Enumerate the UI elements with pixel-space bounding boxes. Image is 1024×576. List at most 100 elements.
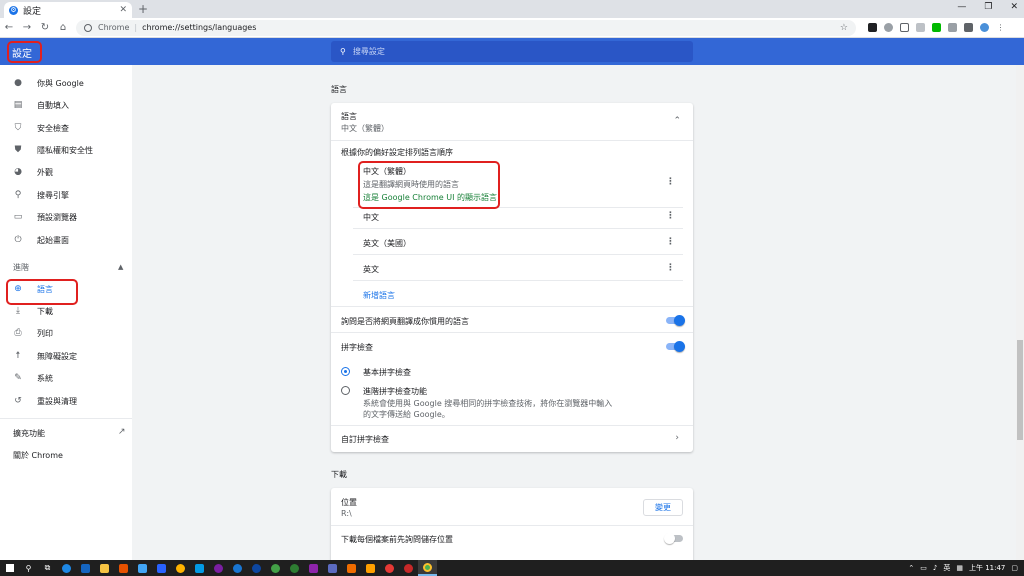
- extension-icon[interactable]: [884, 23, 893, 32]
- back-icon[interactable]: ←: [0, 22, 18, 33]
- divider: [331, 140, 693, 141]
- app-icon[interactable]: [323, 560, 342, 576]
- input-language[interactable]: 英: [943, 563, 950, 573]
- clipboard-icon: ▤: [13, 100, 23, 110]
- sidebar-item-about[interactable]: 關於 Chrome: [13, 450, 63, 461]
- extension-icon[interactable]: [916, 23, 925, 32]
- puzzle-icon[interactable]: [964, 23, 973, 32]
- app-icon[interactable]: [57, 560, 76, 576]
- chevron-up-icon[interactable]: ⌃: [908, 564, 914, 572]
- sidebar-item-extensions[interactable]: 擴充功能: [13, 428, 45, 439]
- app-icon[interactable]: [76, 560, 95, 576]
- ime-icon[interactable]: ▦: [956, 564, 963, 572]
- volume-icon[interactable]: ♪: [933, 564, 937, 572]
- tab-settings[interactable]: ⚙ 設定 ✕: [4, 2, 132, 18]
- sidebar-item-privacy[interactable]: ⛊ 隱私權和安全性: [0, 140, 132, 160]
- sidebar-item-default-browser[interactable]: ▭ 預設瀏覽器: [0, 207, 132, 227]
- basic-spell-radio[interactable]: [341, 367, 350, 376]
- home-icon[interactable]: ⌂: [54, 22, 72, 33]
- new-tab-button[interactable]: +: [138, 2, 148, 16]
- change-location-button[interactable]: 變更: [643, 499, 683, 516]
- app-icon[interactable]: [171, 560, 190, 576]
- notification-icon[interactable]: ▢: [1011, 564, 1018, 572]
- app-icon[interactable]: [304, 560, 323, 576]
- bookmark-star-icon[interactable]: ☆: [840, 23, 848, 33]
- sidebar-item-on-startup[interactable]: ⏻ 起始畫面: [0, 230, 132, 250]
- sidebar-item-label: 重設與清理: [37, 396, 77, 406]
- sidebar-item-label: 隱私權和安全性: [37, 145, 93, 155]
- extension-icon[interactable]: [868, 23, 877, 32]
- app-icon[interactable]: [152, 560, 171, 576]
- app-icon[interactable]: [266, 560, 285, 576]
- ask-where-label: 下載每個檔案前先詢問儲存位置: [341, 535, 453, 544]
- more-options-icon[interactable]: ⋮: [666, 177, 675, 187]
- url-separator: |: [134, 23, 138, 32]
- site-info-icon[interactable]: [84, 23, 92, 32]
- sidebar: ● 你與 Google ▤ 自動填入 ⛉ 安全檢查 ⛊ 隱私權和安全性 ◕ 外觀 ⚲ 搜尋引…: [0, 65, 132, 560]
- settings-search[interactable]: ⚲: [331, 41, 693, 62]
- add-language-link[interactable]: 新增語言: [363, 290, 395, 301]
- scrollbar[interactable]: [1016, 65, 1024, 560]
- enhanced-spell-radio[interactable]: [341, 386, 350, 395]
- close-window-button[interactable]: ✕: [1010, 2, 1018, 12]
- sidebar-divider: [0, 418, 132, 419]
- sidebar-item-printing[interactable]: ⎙ 列印: [0, 323, 132, 343]
- more-options-icon[interactable]: ⋮: [666, 237, 675, 247]
- reload-icon[interactable]: ↻: [36, 22, 54, 33]
- sidebar-item-reset[interactable]: ↺ 重設與清理: [0, 391, 132, 411]
- spell-check-toggle[interactable]: [666, 341, 685, 352]
- chrome-taskbar-icon[interactable]: [418, 560, 437, 576]
- ask-where-toggle[interactable]: [664, 533, 683, 544]
- task-view-icon[interactable]: ⧉: [38, 560, 57, 576]
- sidebar-item-search-engine[interactable]: ⚲ 搜尋引擎: [0, 185, 132, 205]
- languages-header-label: 語言: [341, 112, 357, 121]
- network-icon[interactable]: ▭: [920, 564, 927, 572]
- minimize-button[interactable]: —: [957, 2, 966, 12]
- sidebar-item-system[interactable]: ✎ 系統: [0, 368, 132, 388]
- extension-icon[interactable]: [900, 23, 909, 32]
- app-icon[interactable]: [209, 560, 228, 576]
- sidebar-item-you-and-google[interactable]: ● 你與 Google: [0, 73, 132, 93]
- tab-close-icon[interactable]: ✕: [119, 5, 127, 15]
- divider: [331, 306, 693, 307]
- sidebar-item-appearance[interactable]: ◕ 外觀: [0, 162, 132, 182]
- extension-icon[interactable]: [948, 23, 957, 32]
- chevron-up-icon[interactable]: ⌃: [673, 116, 681, 126]
- app-icon[interactable]: [228, 560, 247, 576]
- open-in-new-icon[interactable]: ↗: [118, 427, 126, 437]
- sidebar-item-accessibility[interactable]: ☨ 無障礙設定: [0, 346, 132, 366]
- clock[interactable]: 上午 11:47: [969, 563, 1005, 573]
- chevron-right-icon[interactable]: ›: [675, 433, 679, 443]
- app-icon[interactable]: [133, 560, 152, 576]
- windows-start-icon[interactable]: [0, 560, 19, 576]
- app-icon[interactable]: [342, 560, 361, 576]
- avatar[interactable]: [980, 23, 989, 32]
- sidebar-item-autofill[interactable]: ▤ 自動填入: [0, 95, 132, 115]
- search-input[interactable]: [352, 47, 653, 56]
- app-icon[interactable]: [190, 560, 209, 576]
- restore-button[interactable]: ❐: [984, 2, 992, 12]
- more-options-icon[interactable]: ⋮: [666, 263, 675, 273]
- custom-spell-link[interactable]: 自訂拼字檢查: [341, 434, 389, 445]
- forward-icon[interactable]: →: [18, 22, 36, 33]
- extension-icon[interactable]: [932, 23, 941, 32]
- menu-icon[interactable]: ⋮: [996, 23, 1005, 32]
- address-bar[interactable]: Chrome | chrome://settings/languages ☆: [76, 19, 856, 36]
- wrench-icon: ✎: [14, 373, 22, 383]
- search-icon[interactable]: ⚲: [19, 560, 38, 576]
- scrollbar-thumb[interactable]: [1017, 340, 1023, 440]
- app-icon[interactable]: [114, 560, 133, 576]
- app-icon[interactable]: [247, 560, 266, 576]
- app-icon[interactable]: [95, 560, 114, 576]
- app-icon[interactable]: [285, 560, 304, 576]
- more-options-icon[interactable]: ⋮: [666, 211, 675, 221]
- app-icon[interactable]: [380, 560, 399, 576]
- sidebar-advanced-heading[interactable]: 進階: [13, 262, 29, 273]
- sidebar-item-safety-check[interactable]: ⛉ 安全檢查: [0, 118, 132, 138]
- app-icon[interactable]: [361, 560, 380, 576]
- app-icon[interactable]: [399, 560, 418, 576]
- chevron-up-icon[interactable]: ▲: [118, 263, 123, 271]
- highlight-box: [6, 279, 78, 305]
- sidebar-item-label: 起始畫面: [37, 235, 69, 245]
- offer-translate-toggle[interactable]: [666, 315, 685, 326]
